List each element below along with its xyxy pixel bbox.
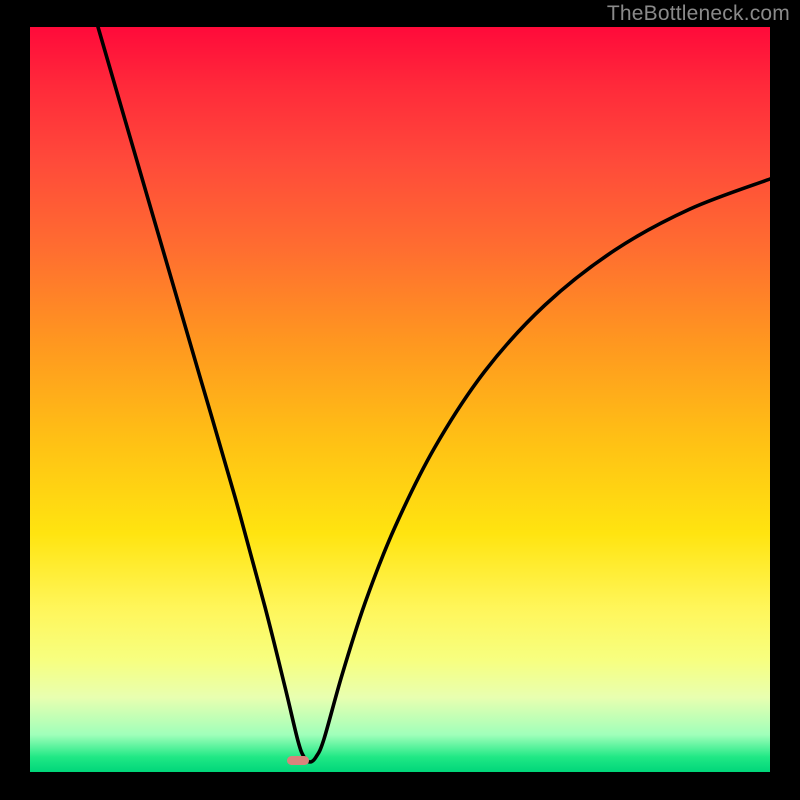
bottleneck-curve xyxy=(30,27,770,772)
watermark-label: TheBottleneck.com xyxy=(607,2,790,26)
optimal-point-marker xyxy=(287,756,309,765)
chart-frame xyxy=(30,27,770,772)
